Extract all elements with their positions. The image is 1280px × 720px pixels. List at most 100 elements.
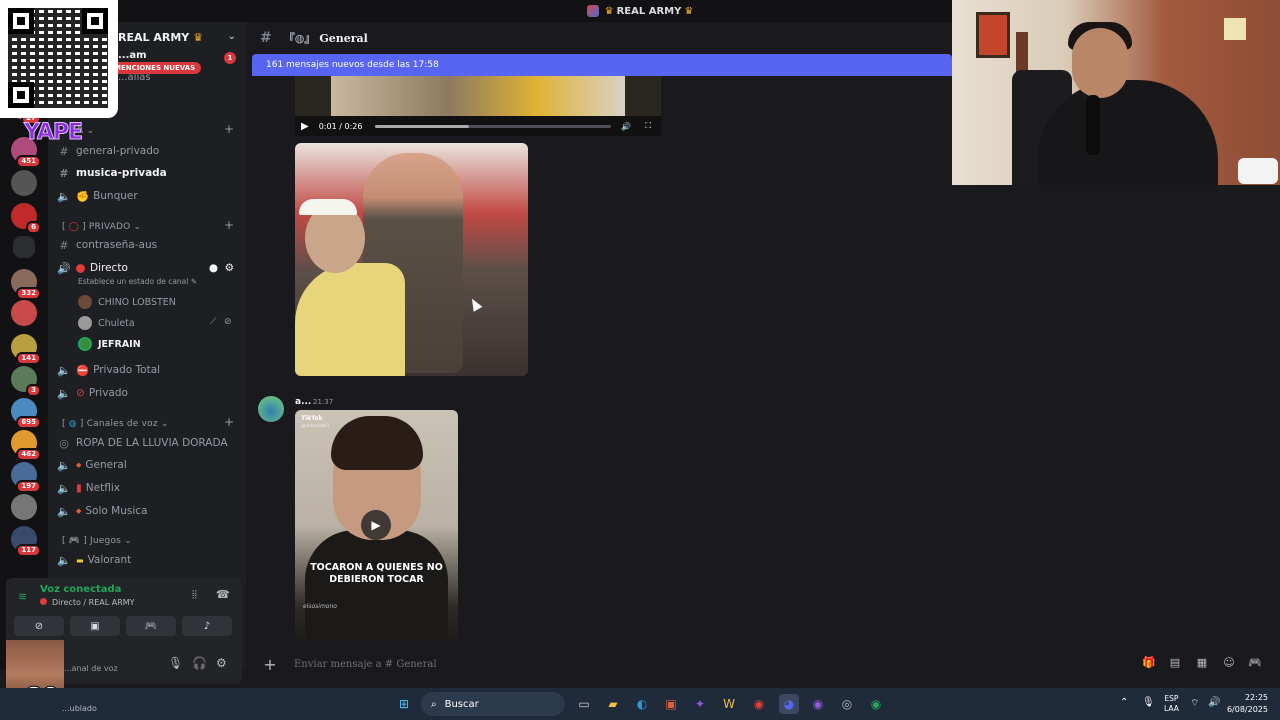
chrome-icon[interactable]: ◉ (749, 694, 769, 714)
soundboard-icon: ♪ (203, 620, 211, 632)
clock[interactable]: 22:25 6/08/2025 (1227, 692, 1268, 716)
chrome-profile-icon[interactable]: ◉ (808, 694, 828, 714)
voice-user[interactable]: JEFRAIN (78, 335, 141, 353)
video-caption: TOCARON A QUIENES NO DEBIERON TOCAR (310, 562, 443, 585)
channel-privado[interactable]: 🔈 ⊘ Privado (56, 383, 238, 403)
headphones-icon[interactable]: 🎧 (192, 656, 207, 670)
play-icon[interactable]: ▶ (301, 121, 309, 132)
image-foreground (295, 263, 405, 376)
pencil-icon: ✎ (190, 277, 198, 286)
play-button[interactable]: ▶ (361, 510, 391, 540)
server-icon[interactable]: 3 (11, 366, 41, 397)
server-icon[interactable]: 332 (11, 269, 41, 300)
gear-icon[interactable]: ⚙ (225, 262, 234, 274)
tiktok-video-embed[interactable]: TikTok @shfrein901 ▶ TOCARON A QUIENES N… (295, 410, 458, 642)
category-privado[interactable]: [ ◯ ] PRIVADO ⌄ (62, 222, 141, 232)
channel-general-privado[interactable]: # general-privado (56, 141, 238, 161)
fullscreen-icon[interactable]: ⛶ (645, 121, 651, 131)
server-icon[interactable]: 462 (11, 430, 41, 461)
qr-code (0, 0, 118, 118)
channel-status[interactable]: Establece un estado de canal ✎ (78, 277, 197, 286)
add-channel-icon[interactable]: + (224, 218, 234, 232)
new-mentions-pill[interactable]: MENCIONES NUEVAS (108, 62, 202, 74)
message-composer[interactable]: + Enviar mensaje a # General (252, 648, 1272, 680)
add-channel-icon[interactable]: + (224, 415, 234, 429)
server-badge: 141 (16, 352, 41, 365)
server-icon[interactable]: 197 (11, 462, 41, 493)
tray-chevron-up-icon[interactable]: ⌃ (1120, 697, 1128, 708)
channel-privado-total[interactable]: 🔈 ⛔ Privado Total (56, 360, 238, 380)
activity-button[interactable]: 🎮 (126, 616, 176, 636)
gift-icon[interactable]: 🎁 (1142, 656, 1156, 670)
server-icon[interactable] (11, 494, 37, 520)
voice-user[interactable]: Chuleta (78, 314, 135, 332)
channel-musica-privada[interactable]: # musica-privada (56, 163, 238, 183)
file-explorer-icon[interactable]: ▰ (603, 694, 623, 714)
new-messages-bar[interactable]: 161 mensajes nuevos desde las 17:58 (252, 54, 952, 76)
gif-icon[interactable]: ▤ (1168, 656, 1182, 670)
server-icon[interactable]: 695 (11, 398, 41, 429)
server-badge: 462 (16, 448, 41, 461)
noise-suppression-icon[interactable]: ⦙⦙ (192, 588, 197, 602)
microphone-icon[interactable]: 🎙 (168, 656, 183, 670)
input-language[interactable]: ESP LAA (1164, 694, 1179, 714)
obs-icon[interactable]: ◎ (837, 694, 857, 714)
category-voz[interactable]: [ ◍ ] Canales de voz ⌄ (62, 419, 169, 429)
server-icon[interactable] (13, 236, 35, 258)
chrome-green-icon[interactable]: ◉ (866, 694, 886, 714)
video-progress-bar[interactable] (375, 125, 611, 128)
apps-icon[interactable]: 🎮 (1248, 656, 1262, 670)
add-channel-icon[interactable]: + (224, 122, 234, 136)
chat-bubble-icon[interactable]: ● (209, 262, 218, 274)
add-attachment-icon[interactable]: + (252, 655, 288, 674)
taskbar-search[interactable]: ⌕ Buscar (421, 692, 565, 716)
volume-tray-icon[interactable]: 🔊 (1208, 697, 1220, 708)
image-attachment[interactable] (295, 143, 528, 376)
channel-contrasena[interactable]: # contraseña-aus (56, 235, 238, 255)
windows-start-icon[interactable]: ⊞ (394, 694, 414, 714)
warcraft-icon[interactable]: W (719, 694, 739, 714)
camera-off-button[interactable]: ⊘ (14, 616, 64, 636)
message-username[interactable]: a... (295, 397, 311, 407)
video-embed[interactable]: ▶ 0:01 / 0:26 🔊 ⛶ (295, 76, 661, 136)
disconnect-icon[interactable]: ☎ (216, 588, 230, 601)
channel-solo-musica[interactable]: 🔈 ◆ Solo Musica (56, 501, 238, 521)
diamond-icon: ◆ (76, 507, 82, 515)
channel-directo[interactable]: 🔊 Directo ● ⚙ (56, 258, 238, 278)
stage-icon: ◎ (59, 436, 69, 450)
avatar[interactable] (258, 396, 284, 422)
channel-valorant[interactable]: 🔈 ▬ Valorant (56, 550, 238, 570)
chevron-down-icon[interactable]: ⌄ (228, 31, 236, 42)
channel-ropa[interactable]: ◎ ROPA DE LA LLUVIA DORADA (56, 433, 238, 453)
server-icon[interactable] (11, 300, 37, 326)
volume-icon[interactable]: 🔊 (621, 122, 631, 131)
muted-mic-icon: ⟋ (210, 317, 217, 327)
channel-bunquer[interactable]: 🔈 ✊ Bunquer (56, 186, 238, 206)
server-icon[interactable]: 117 (11, 526, 41, 557)
microphone-tray-icon[interactable]: 🎙 (1142, 697, 1155, 708)
task-view-icon[interactable]: ▭ (574, 694, 594, 714)
server-icon[interactable] (11, 170, 37, 196)
server-icon[interactable]: 6 (11, 203, 41, 234)
copilot-icon[interactable]: ✦ (690, 694, 710, 714)
sticker-icon[interactable]: ▦ (1195, 656, 1209, 670)
voice-user-name: JEFRAIN (98, 338, 141, 350)
soundboard-button[interactable]: ♪ (182, 616, 232, 636)
tiktok-logo: TikTok (301, 415, 323, 422)
voice-user[interactable]: CHINO LOBSTEN (78, 293, 176, 311)
snipping-tool-icon[interactable]: ▣ (661, 694, 681, 714)
category-juegos[interactable]: [ 🎮 ] Juegos ⌄ (62, 536, 132, 546)
channel-label: Bunquer (93, 190, 138, 202)
category-privado-label: PRIVADO (88, 222, 131, 232)
server-icon[interactable]: 141 (11, 334, 41, 365)
channel-netflix[interactable]: 🔈 ▮ Netflix (56, 478, 238, 498)
voice-subtitle-text: Directo / REAL ARMY (52, 598, 135, 607)
discord-taskbar-icon[interactable]: ◕ (779, 694, 799, 714)
edge-icon[interactable]: ◐ (632, 694, 652, 714)
server-badge: 197 (16, 480, 41, 493)
user-settings-gear-icon[interactable]: ⚙ (216, 656, 227, 670)
emoji-icon[interactable]: ☺ (1222, 656, 1236, 670)
channel-general-voice[interactable]: 🔈 ◆ General (56, 455, 238, 475)
wifi-icon[interactable]: ⌔ (1190, 697, 1199, 710)
screen-share-button[interactable]: ▣ (70, 616, 120, 636)
